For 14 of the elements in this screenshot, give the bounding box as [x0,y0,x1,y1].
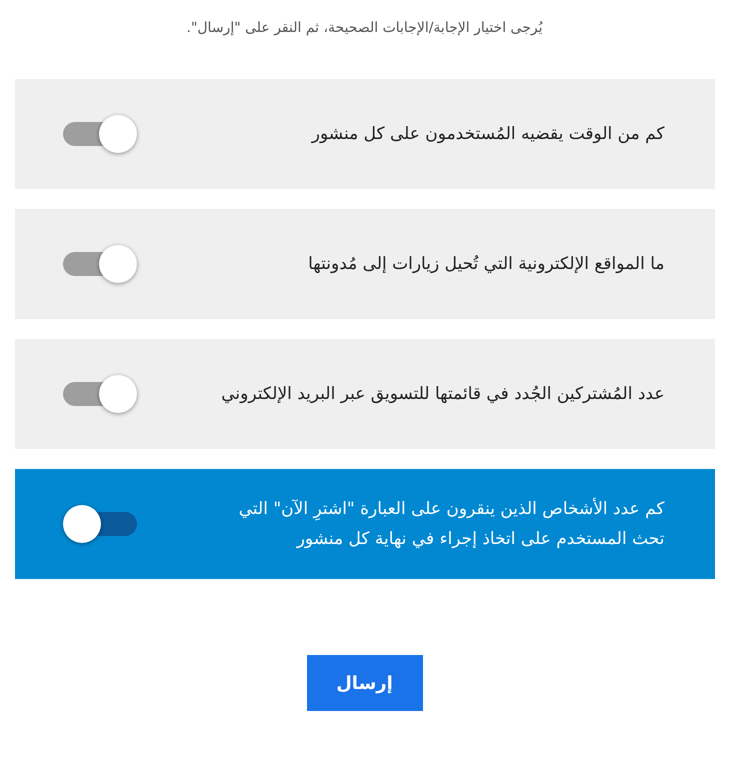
option-card[interactable]: كم من الوقت يقضيه المُستخدمون على كل منشور [14,79,714,189]
toggle-switch[interactable] [62,244,136,284]
option-card[interactable]: عدد المُشتركين الجُدد في قائمتها للتسويق عبر البريد الإلكتروني [14,339,714,449]
instruction-text: يُرجى اختيار الإجابة/الإجابات الصحيحة، ثم النقر على "إرسال". [186,19,542,38]
option-card[interactable]: ما المواقع الإلكترونية التي تُحيل زيارات إلى مُدونتها [14,209,714,319]
option-label: ما المواقع الإلكترونية التي تُحيل زيارات إلى مُدونتها [308,253,664,276]
option-label: كم من الوقت يقضيه المُستخدمون على كل منشور [312,123,664,146]
submit-button[interactable]: إرسال [306,655,422,711]
toggle-switch[interactable] [62,114,136,154]
option-card[interactable]: كم عدد الأشخاص الذين ينقرون على العبارة "اشترِ الآن" التي تحث المستخدم على اتخاذ إجراء في نهاية كل منشور [14,469,714,579]
toggle-switch[interactable] [62,504,136,544]
option-label: كم عدد الأشخاص الذين ينقرون على العبارة "اشترِ الآن" التي تحث المستخدم على اتخاذ إجراء في نهاية كل منشور [238,496,664,551]
toggle-switch[interactable] [62,374,136,414]
option-label: عدد المُشتركين الجُدد في قائمتها للتسويق عبر البريد الإلكتروني [221,383,664,406]
